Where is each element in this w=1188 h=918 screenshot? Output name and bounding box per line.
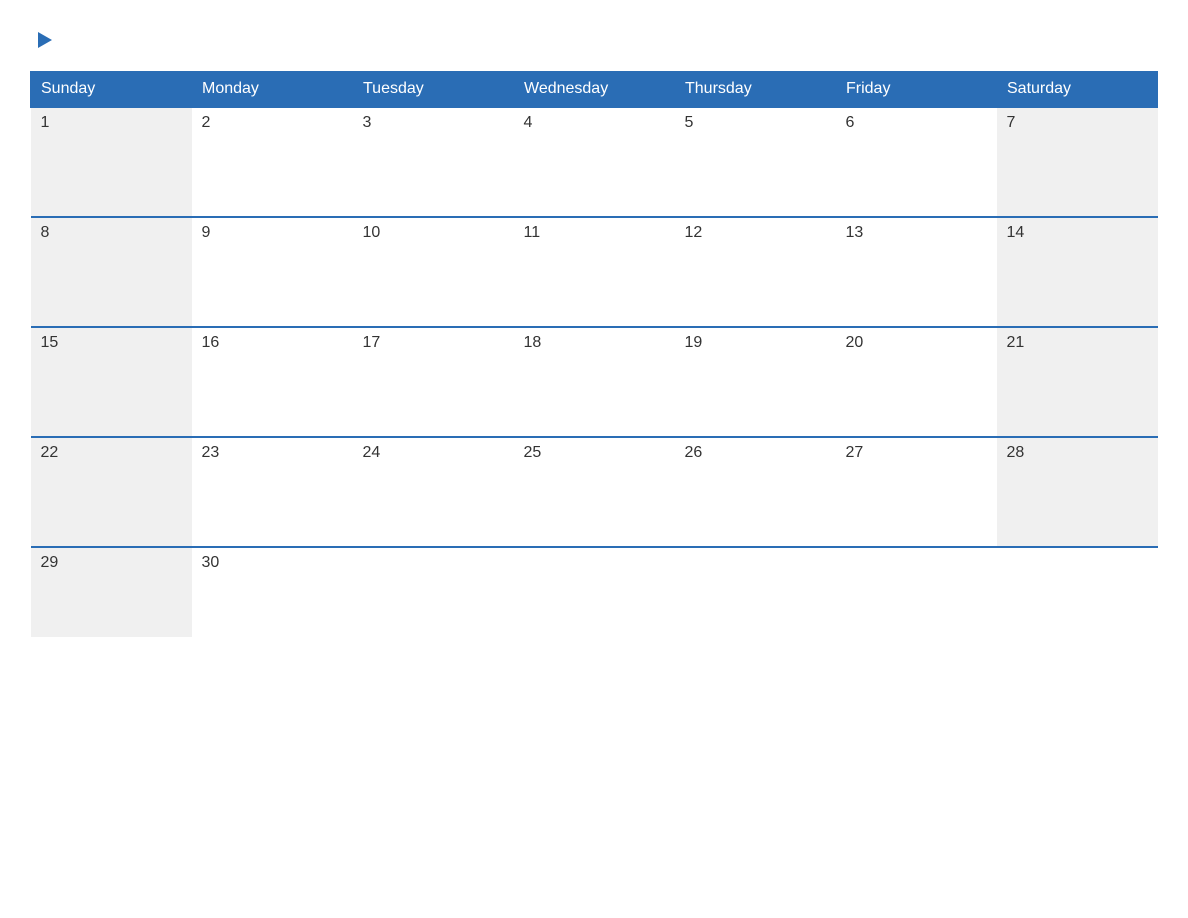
- day-number: 17: [363, 334, 381, 351]
- calendar-cell: 9: [192, 217, 353, 327]
- day-number: 24: [363, 444, 381, 461]
- day-number: 21: [1007, 334, 1025, 351]
- day-number: 16: [202, 334, 220, 351]
- calendar-cell: 18: [514, 327, 675, 437]
- day-number: 15: [41, 334, 59, 351]
- calendar-cell: 22: [31, 437, 192, 547]
- calendar-table: SundayMondayTuesdayWednesdayThursdayFrid…: [30, 71, 1158, 637]
- day-number: 28: [1007, 444, 1025, 461]
- col-header-thursday: Thursday: [675, 72, 836, 108]
- calendar-cell: 5: [675, 107, 836, 217]
- calendar-week-row: 15 16 17 18 19 20 21: [31, 327, 1158, 437]
- calendar-week-row: 1 2 3 4 5 6 7: [31, 107, 1158, 217]
- calendar-cell: 10: [353, 217, 514, 327]
- day-number: 8: [41, 224, 50, 241]
- calendar-cell: [997, 547, 1158, 637]
- calendar-cell: [675, 547, 836, 637]
- calendar-cell: 20: [836, 327, 997, 437]
- day-number: 3: [363, 114, 372, 131]
- calendar-cell: 2: [192, 107, 353, 217]
- calendar-cell: [353, 547, 514, 637]
- day-number: 13: [846, 224, 864, 241]
- calendar-cell: 12: [675, 217, 836, 327]
- calendar-cell: 19: [675, 327, 836, 437]
- day-number: 26: [685, 444, 703, 461]
- calendar-cell: 21: [997, 327, 1158, 437]
- calendar-cell: 23: [192, 437, 353, 547]
- calendar-header: SundayMondayTuesdayWednesdayThursdayFrid…: [31, 72, 1158, 108]
- calendar-cell: 7: [997, 107, 1158, 217]
- day-number: 19: [685, 334, 703, 351]
- calendar-cell: 24: [353, 437, 514, 547]
- calendar-week-row: 29 30: [31, 547, 1158, 637]
- calendar-cell: [836, 547, 997, 637]
- day-number: 30: [202, 554, 220, 571]
- calendar-cell: 25: [514, 437, 675, 547]
- day-number: 9: [202, 224, 211, 241]
- day-number: 14: [1007, 224, 1025, 241]
- calendar-cell: 30: [192, 547, 353, 637]
- col-header-saturday: Saturday: [997, 72, 1158, 108]
- calendar-cell: 17: [353, 327, 514, 437]
- day-number: 1: [41, 114, 50, 131]
- calendar-cell: 13: [836, 217, 997, 327]
- calendar-cell: 29: [31, 547, 192, 637]
- day-number: 23: [202, 444, 220, 461]
- logo-arrow-icon: [34, 30, 54, 50]
- col-header-monday: Monday: [192, 72, 353, 108]
- day-number: 18: [524, 334, 542, 351]
- calendar-cell: 3: [353, 107, 514, 217]
- calendar-cell: 11: [514, 217, 675, 327]
- day-number: 20: [846, 334, 864, 351]
- day-number: 6: [846, 114, 855, 131]
- calendar-cell: 8: [31, 217, 192, 327]
- calendar-cell: 15: [31, 327, 192, 437]
- day-number: 29: [41, 554, 59, 571]
- col-header-tuesday: Tuesday: [353, 72, 514, 108]
- calendar-cell: 14: [997, 217, 1158, 327]
- day-number: 11: [524, 224, 541, 241]
- calendar-cell: 26: [675, 437, 836, 547]
- day-number: 27: [846, 444, 864, 461]
- calendar-body: 1234567891011121314151617181920212223242…: [31, 107, 1158, 637]
- calendar-cell: 28: [997, 437, 1158, 547]
- calendar-cell: [514, 547, 675, 637]
- day-number: 7: [1007, 114, 1016, 131]
- calendar-cell: 27: [836, 437, 997, 547]
- col-header-friday: Friday: [836, 72, 997, 108]
- day-number: 4: [524, 114, 533, 131]
- calendar-week-row: 22 23 24 25 26 27 28: [31, 437, 1158, 547]
- day-number: 12: [685, 224, 703, 241]
- calendar-cell: 1: [31, 107, 192, 217]
- col-header-wednesday: Wednesday: [514, 72, 675, 108]
- calendar-week-row: 8 9 10 11 12 13 14: [31, 217, 1158, 327]
- day-number: 10: [363, 224, 381, 241]
- calendar-cell: 16: [192, 327, 353, 437]
- col-header-sunday: Sunday: [31, 72, 192, 108]
- page-header: [30, 30, 1158, 55]
- calendar-cell: 4: [514, 107, 675, 217]
- day-number: 5: [685, 114, 694, 131]
- day-number: 25: [524, 444, 542, 461]
- logo: [30, 30, 54, 55]
- day-number: 2: [202, 114, 211, 131]
- day-number: 22: [41, 444, 59, 461]
- calendar-cell: 6: [836, 107, 997, 217]
